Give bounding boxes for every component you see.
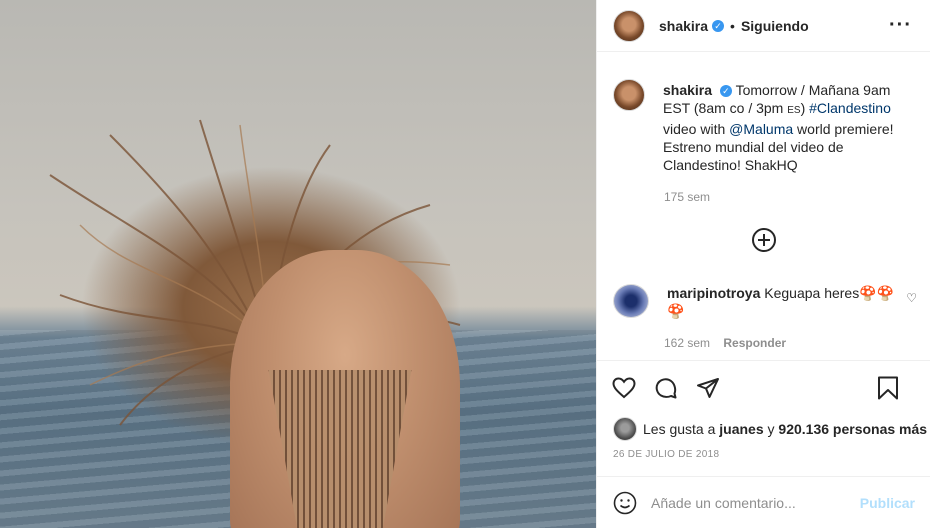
- commenter-avatar[interactable]: [613, 284, 649, 318]
- verified-icon: ✓: [719, 85, 732, 98]
- caption-text-es: ES: [787, 105, 801, 116]
- comment-input[interactable]: Añade un comentario...: [651, 495, 860, 511]
- following-button[interactable]: Siguiendo: [741, 18, 809, 34]
- author-avatar[interactable]: [613, 9, 645, 42]
- post-date[interactable]: 26 DE JULIO DE 2018: [597, 449, 930, 460]
- comment-text: maripinotroya Keguapa heres🍄🍄🍄: [667, 284, 897, 320]
- comment-time[interactable]: 162 sem: [664, 336, 710, 350]
- comment-icon[interactable]: [653, 375, 679, 401]
- reply-button[interactable]: Responder: [723, 336, 786, 350]
- action-icons: [597, 361, 930, 415]
- commenter-username[interactable]: maripinotroya: [667, 285, 760, 301]
- share-icon[interactable]: [695, 375, 721, 401]
- like-icon[interactable]: [611, 375, 637, 401]
- bookmark-icon[interactable]: [875, 375, 901, 401]
- emoji-icon[interactable]: [613, 491, 637, 515]
- comments-section[interactable]: shakira ✓ Tomorrow / Mañana 9am EST (8am…: [597, 53, 930, 358]
- verified-icon: ✓: [712, 19, 725, 32]
- load-more-comments-icon[interactable]: [752, 228, 776, 252]
- post-header: shakira ✓ • Siguiendo ···: [597, 0, 930, 52]
- caption-time[interactable]: 175 sem: [664, 190, 710, 204]
- likes-count[interactable]: 920.136 personas más: [778, 421, 927, 437]
- likes-text[interactable]: Les gusta a juanes y 920.136 personas má…: [643, 421, 927, 437]
- add-comment-bar: Añade un comentario... Publicar: [597, 476, 930, 528]
- comment-meta: 162 sem Responder: [664, 336, 930, 350]
- post-actions: Les gusta a juanes y 920.136 personas má…: [597, 360, 930, 460]
- like-comment-icon[interactable]: ♡: [906, 291, 917, 305]
- caption: shakira ✓ Tomorrow / Mañana 9am EST (8am…: [597, 53, 930, 174]
- post-side-panel: shakira ✓ • Siguiendo ··· shakira ✓ Tomo…: [596, 0, 930, 528]
- publish-button[interactable]: Publicar: [860, 495, 915, 511]
- likes-and: y: [767, 421, 775, 437]
- more-options-icon[interactable]: ···: [889, 14, 912, 37]
- hashtag-link[interactable]: #Clandestino: [809, 100, 891, 116]
- likes-prefix: Les gusta a: [643, 421, 716, 437]
- caption-avatar[interactable]: [613, 79, 645, 111]
- caption-text: shakira ✓ Tomorrow / Mañana 9am EST (8am…: [663, 81, 913, 174]
- caption-text-2: ): [800, 100, 810, 116]
- separator-dot: •: [730, 17, 735, 34]
- mention-link[interactable]: @Maluma: [729, 121, 793, 137]
- author-username[interactable]: shakira: [659, 18, 708, 34]
- post-photo[interactable]: [0, 0, 596, 528]
- liker-username[interactable]: juanes: [719, 421, 763, 437]
- comment-item: maripinotroya Keguapa heres🍄🍄🍄 ♡: [597, 252, 930, 320]
- caption-meta: 175 sem: [664, 190, 930, 204]
- liker-avatar[interactable]: [613, 417, 637, 441]
- caption-text-3: video with: [663, 121, 730, 137]
- caption-username[interactable]: shakira: [663, 82, 712, 98]
- likes-row: Les gusta a juanes y 920.136 personas má…: [597, 415, 930, 443]
